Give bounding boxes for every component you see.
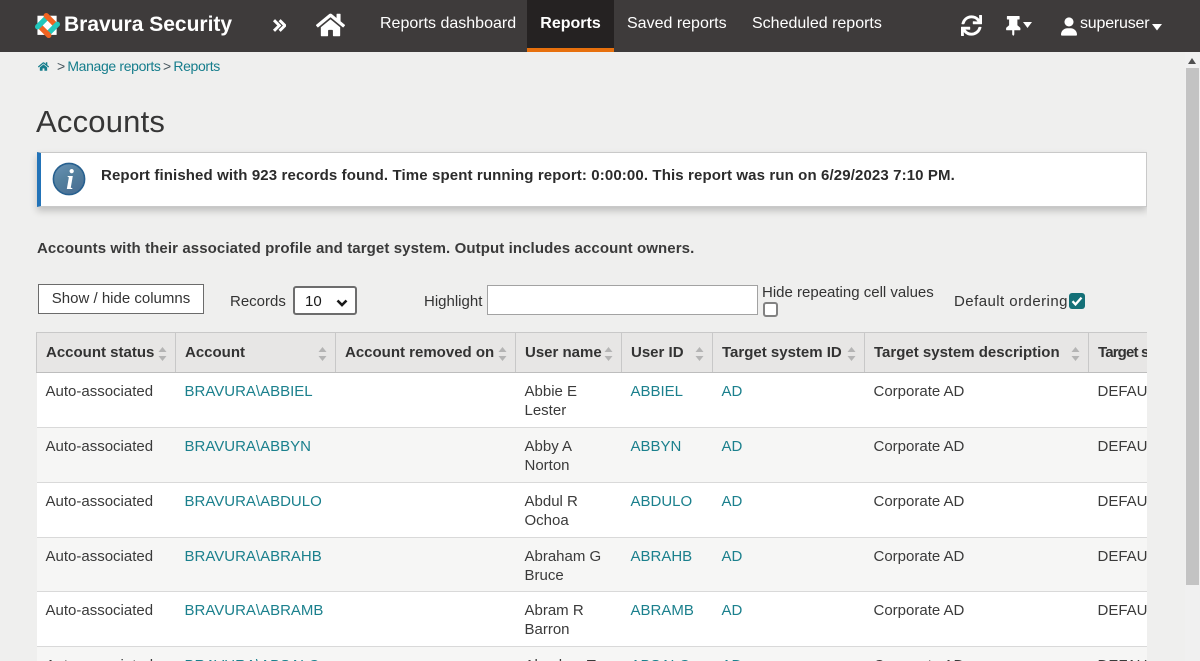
svg-text:i: i bbox=[66, 165, 74, 196]
